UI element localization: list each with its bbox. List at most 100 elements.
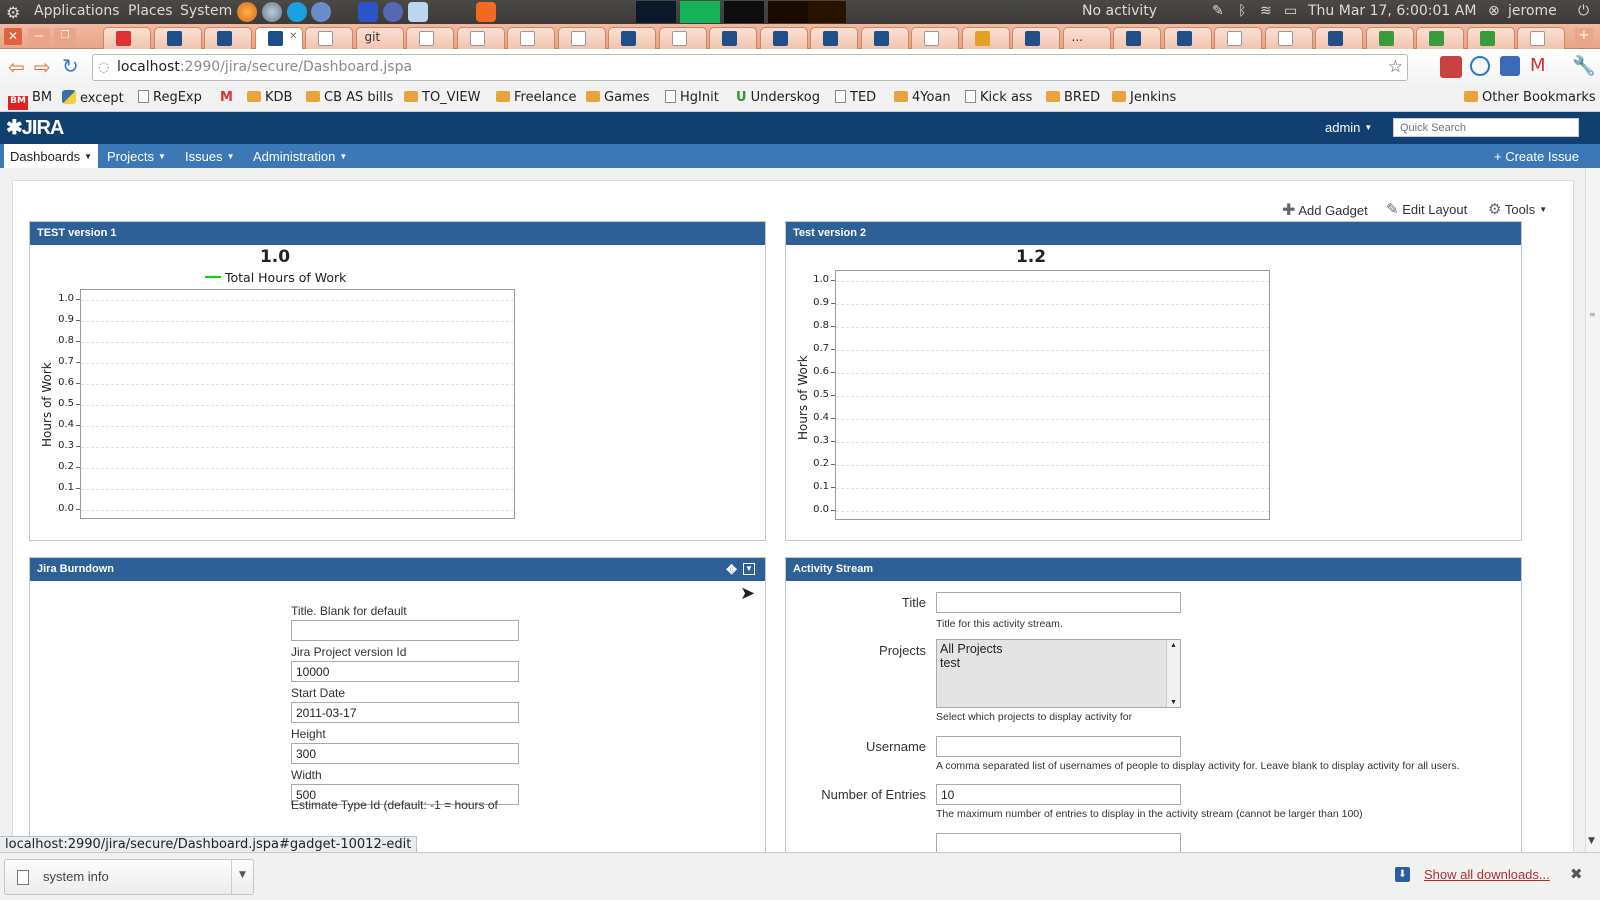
bookmark-item[interactable]: Freelance [496,90,577,105]
browser-tab[interactable] [1163,27,1212,49]
browser-tab[interactable]: git [355,27,404,49]
bookmark-item[interactable]: KDB [247,90,292,105]
nav-administration[interactable]: Administration ▼ [253,149,347,164]
extension-calendar-icon[interactable] [1500,56,1520,76]
eclipse-icon[interactable] [383,2,403,22]
burndown-field-input[interactable]: 2011-03-17 [291,702,519,723]
title-input[interactable] [936,592,1181,613]
skype-icon[interactable] [287,2,307,22]
browser-tab[interactable] [557,27,606,49]
forward-icon[interactable]: ⇨ [34,55,51,79]
burndown-field-input[interactable]: 300 [291,743,519,764]
browser-tab[interactable] [153,27,202,49]
browser-tab[interactable] [658,27,707,49]
ubuntu-logo-icon[interactable]: ⚙ [6,3,20,22]
bookmark-item[interactable]: TO_VIEW [404,90,480,105]
nav-projects[interactable]: Projects ▼ [107,149,166,164]
browser-tab[interactable] [608,27,656,49]
gadget-menu-icon[interactable]: ▼ [743,563,755,575]
burndown-field-input[interactable]: 10000 [291,661,519,682]
browser-tab[interactable] [456,27,505,49]
wrench-menu-icon[interactable]: 🔧 [1572,54,1596,77]
browser-tab[interactable] [1416,27,1464,49]
pidgin-icon[interactable] [311,2,331,22]
browser-tab[interactable] [759,27,808,49]
tab-close-icon[interactable]: ✕ [289,31,297,42]
browser-tab[interactable] [1113,27,1161,49]
user-menu[interactable]: jerome [1508,3,1557,19]
new-tab-icon[interactable]: + [1575,28,1593,45]
jira-logo[interactable]: ✱JIRA [6,115,64,140]
burndown-field-input[interactable] [291,620,519,641]
show-all-downloads-link[interactable]: Show all downloads... [1424,867,1550,882]
window-restore-icon[interactable]: ❐ [54,28,76,45]
menu-places[interactable]: Places [128,3,173,19]
bookmark-item[interactable]: except [62,90,124,106]
bookmark-item[interactable]: U Underskog [736,90,820,105]
bookmark-item[interactable]: M [220,90,237,105]
browser-tab[interactable] [911,27,959,49]
virtualbox-icon[interactable] [408,2,428,22]
reload-icon[interactable]: ↻ [62,54,79,78]
extension-user-icon[interactable] [1440,56,1462,78]
browser-tab[interactable] [1264,27,1313,49]
browser-tab[interactable] [1012,27,1060,49]
nav-dashboards[interactable]: Dashboards ▼ [4,144,99,168]
window-close-icon[interactable]: ✕ [4,28,22,45]
extension-gmail-icon[interactable]: M [1530,55,1546,76]
bookmark-item[interactable]: Games [586,90,649,105]
bluetooth-icon[interactable]: ᛒ [1238,3,1246,19]
bookmark-item[interactable]: BRED [1046,90,1100,105]
gadget-title-bar[interactable]: Jira Burndown ✥ ▼ [30,558,765,581]
browser-tab[interactable] [1315,27,1363,49]
number-of-entries-input[interactable]: 10 [936,784,1181,805]
refresh-select[interactable] [936,833,1181,852]
projects-multiselect[interactable]: All Projects test ▲ ▼ [936,639,1181,708]
wifi-icon[interactable]: ≋ [1260,3,1272,19]
scroll-down-icon[interactable]: ▼ [1170,699,1177,706]
menu-applications[interactable]: Applications [34,3,120,19]
move-icon[interactable]: ✥ [726,558,737,581]
browser-tab[interactable] [860,27,909,49]
browser-tab[interactable] [1214,27,1262,49]
bookmark-item[interactable]: Kick ass [965,90,1032,105]
address-bar[interactable]: ◌ localhost:2990/jira/secure/Dashboard.j… [92,54,1408,81]
browser-tab[interactable] [204,27,252,49]
notes-icon[interactable]: ✎ [1212,3,1224,19]
create-issue-button[interactable]: + Create Issue [1494,149,1579,164]
browser-tab[interactable] [961,27,1010,49]
bookmark-item[interactable]: CB AS bills [306,90,393,105]
gadget-title-bar[interactable]: Test version 2 [786,222,1521,245]
browser-tab[interactable] [1517,27,1565,49]
tools-menu-button[interactable]: ⚙ Tools ▼ [1488,200,1547,218]
browser-tab[interactable]: ... [1062,27,1111,49]
browser-tab[interactable] [709,27,757,49]
firefox-icon[interactable] [237,2,257,22]
bookmark-item[interactable]: HgInit [665,90,719,105]
browser-tab[interactable] [406,27,454,49]
back-icon[interactable]: ⇦ [8,55,25,79]
scroll-down-icon[interactable]: ▼ [1588,836,1595,846]
extension-clock-icon[interactable] [1470,56,1490,76]
power-icon[interactable]: ⏻ [1578,3,1589,19]
user-menu-admin[interactable]: admin ▼ [1325,120,1372,135]
add-gadget-button[interactable]: ✚ Add Gadget [1282,200,1368,220]
browser-tab[interactable]: ✕ [254,27,303,49]
close-downloads-icon[interactable]: ✖ [1570,865,1583,883]
username-input[interactable] [936,736,1181,757]
gadget-title-bar[interactable]: TEST version 1 [30,222,765,245]
browser-tab[interactable] [507,27,555,49]
bookmark-item[interactable]: BM BM [8,90,52,110]
bookmark-item[interactable]: 4Yoan [894,90,951,105]
clock[interactable]: Thu Mar 17, 6:00:01 AM [1308,3,1476,19]
chevron-down-icon[interactable]: ▼ [239,870,246,880]
nav-issues[interactable]: Issues ▼ [185,149,235,164]
other-bookmarks[interactable]: Other Bookmarks [1464,90,1596,105]
edit-layout-button[interactable]: ✎ Edit Layout [1386,200,1467,218]
bookmark-item[interactable]: Jenkins [1112,90,1176,105]
project-option[interactable]: All Projects [940,642,1177,656]
menu-system[interactable]: System [180,3,232,19]
browser-tab[interactable] [1365,27,1414,49]
browser-tab[interactable] [103,27,151,49]
bookmark-item[interactable]: RegExp [138,90,202,105]
